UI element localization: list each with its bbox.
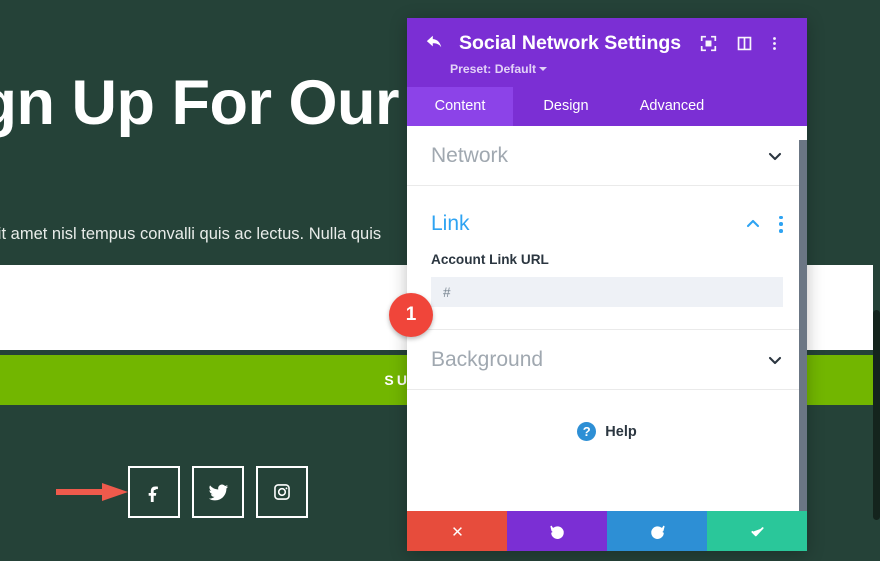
annotation-arrow-icon [56, 483, 128, 501]
modal-header: Social Network Settings Preset: Default [407, 18, 807, 87]
section-background-title: Background [431, 347, 544, 371]
modal-scrollbar[interactable] [799, 126, 807, 511]
section-network-title: Network [431, 143, 509, 167]
modal-footer [407, 511, 807, 551]
more-vertical-icon[interactable] [772, 35, 789, 52]
section-background[interactable]: Background [407, 330, 807, 390]
modal-title: Social Network Settings [459, 32, 682, 54]
social-icon-instagram[interactable] [256, 466, 308, 518]
help-link[interactable]: ? Help [407, 390, 807, 473]
section-network[interactable]: Network [407, 126, 807, 186]
focus-target-icon[interactable] [700, 35, 717, 52]
cancel-button[interactable] [407, 511, 507, 551]
save-button[interactable] [707, 511, 807, 551]
chevron-down-icon[interactable] [767, 352, 783, 368]
modal-header-actions [700, 35, 789, 52]
preset-label: Preset: Default [450, 62, 537, 76]
tab-design[interactable]: Design [513, 87, 619, 126]
tab-advanced[interactable]: Advanced [619, 87, 725, 126]
section-link-more-icon[interactable] [779, 215, 783, 233]
page-title: Sign Up For Our Newsletter [0, 68, 730, 138]
modal-tabs: Content Design Advanced [407, 87, 807, 126]
page-scrollbar[interactable] [873, 0, 880, 561]
social-icon-facebook[interactable] [128, 466, 180, 518]
chevron-down-icon [539, 67, 548, 71]
layout-panel-icon[interactable] [736, 35, 753, 52]
section-link-title: Link [431, 212, 470, 235]
chevron-up-icon[interactable] [745, 216, 761, 232]
section-link[interactable]: Link [407, 186, 807, 248]
social-follow-row [128, 466, 308, 518]
redo-button[interactable] [607, 511, 707, 551]
undo-button[interactable] [507, 511, 607, 551]
instagram-icon [274, 484, 290, 500]
back-arrow-icon[interactable] [425, 33, 447, 55]
tab-content[interactable]: Content [407, 87, 513, 126]
twitter-icon [208, 484, 228, 500]
account-link-url-input[interactable] [431, 277, 783, 307]
step-badge-1: 1 [389, 293, 433, 337]
modal-body: Network Link Account Link URL Bac [407, 126, 807, 511]
facebook-icon [148, 486, 158, 502]
link-section-body: Account Link URL [407, 248, 807, 330]
preset-selector[interactable]: Preset: Default [450, 62, 548, 76]
modal-scrollbar-thumb[interactable] [799, 140, 807, 511]
social-icon-twitter[interactable] [192, 466, 244, 518]
chevron-down-icon[interactable] [767, 148, 783, 164]
social-network-settings-modal: Social Network Settings Preset: Default … [407, 18, 807, 551]
page-scrollbar-thumb[interactable] [873, 310, 880, 520]
help-label: Help [605, 423, 637, 440]
account-link-url-label: Account Link URL [431, 252, 549, 267]
help-icon: ? [577, 422, 597, 441]
